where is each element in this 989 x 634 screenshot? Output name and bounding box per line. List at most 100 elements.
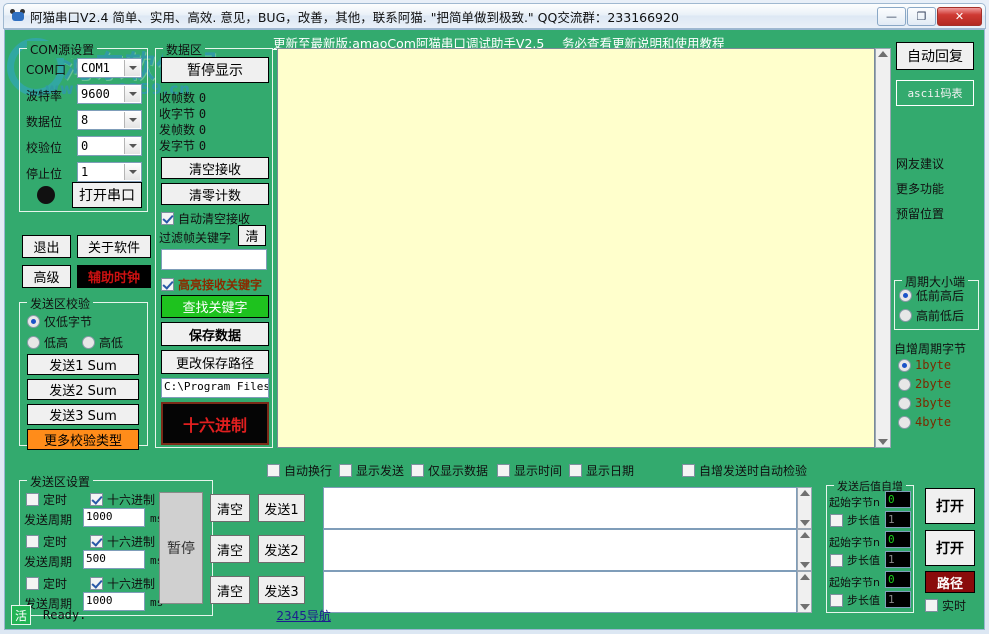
advanced-button[interactable]: 高级 xyxy=(22,265,71,288)
radio-icon[interactable] xyxy=(898,377,911,391)
clear-send1-button[interactable]: 清空 xyxy=(210,494,250,522)
radio-1byte[interactable]: 1byte xyxy=(898,358,951,372)
radio-icon[interactable] xyxy=(27,336,40,349)
radio-low-byte-only[interactable]: 仅低字节 xyxy=(27,313,92,330)
radio-high-low[interactable]: 高低 xyxy=(82,334,123,351)
change-save-path-button[interactable]: 更改保存路径 xyxy=(161,350,269,374)
about-button[interactable]: 关于软件 xyxy=(77,235,151,258)
send1-hex-checkbox[interactable]: 十六进制 xyxy=(90,491,155,508)
scroll-up-icon[interactable] xyxy=(878,51,888,57)
maximize-button[interactable]: ❐ xyxy=(907,6,936,26)
data-bits-combo[interactable]: 8 xyxy=(77,110,142,130)
clear-counters-button[interactable]: 清零计数 xyxy=(161,183,269,205)
checkbox-icon[interactable] xyxy=(26,493,39,506)
more-features-link[interactable]: 更多功能 xyxy=(896,180,944,197)
radio-icon[interactable] xyxy=(898,415,911,429)
radio-icon[interactable] xyxy=(899,289,912,302)
send2-scrollbar[interactable] xyxy=(797,529,812,571)
save-path-input[interactable]: C:\Program Files xyxy=(161,378,269,398)
option-show-send[interactable]: 显示发送 xyxy=(339,462,404,479)
send1-scrollbar[interactable] xyxy=(797,487,812,529)
inc1-start-input[interactable]: 0 xyxy=(885,491,911,508)
scroll-up-icon[interactable] xyxy=(799,574,810,580)
open-port-button[interactable]: 打开串口 xyxy=(72,182,142,208)
send1-textarea[interactable] xyxy=(323,487,797,529)
send2-period-input[interactable]: 500 xyxy=(83,550,145,569)
pause-display-button[interactable]: 暂停显示 xyxy=(161,57,269,83)
send3-sum-button[interactable]: 发送3 Sum xyxy=(27,404,139,425)
send2-textarea[interactable] xyxy=(323,529,797,571)
clear-send2-button[interactable]: 清空 xyxy=(210,535,250,563)
reserved-position-link[interactable]: 预留位置 xyxy=(896,205,944,222)
send3-timer-checkbox[interactable]: 定时 xyxy=(26,575,67,592)
filter-keyword-input[interactable] xyxy=(161,249,267,270)
inc2-step-checkbox[interactable]: 步长值 xyxy=(830,552,880,568)
checkbox-icon[interactable] xyxy=(830,513,843,527)
inc1-step-checkbox[interactable]: 步长值 xyxy=(830,512,880,528)
checkbox-icon[interactable] xyxy=(569,464,582,477)
filter-clear-button[interactable]: 清 xyxy=(238,225,266,246)
radio-low-high[interactable]: 低高 xyxy=(27,334,68,351)
scroll-down-icon[interactable] xyxy=(799,520,810,526)
inc3-start-input[interactable]: 0 xyxy=(885,571,911,588)
inc2-start-input[interactable]: 0 xyxy=(885,531,911,548)
checkbox-icon[interactable] xyxy=(267,464,280,477)
radio-4byte[interactable]: 4byte xyxy=(898,415,951,429)
option-auto-verify[interactable]: 自增发送时自动检验 xyxy=(682,462,807,479)
option-show-date[interactable]: 显示日期 xyxy=(569,462,634,479)
send2-button[interactable]: 发送2 xyxy=(258,535,305,563)
checkbox-icon[interactable] xyxy=(411,464,424,477)
checkbox-icon[interactable] xyxy=(90,577,103,590)
highlight-keyword-checkbox[interactable]: 高亮接收关键字 xyxy=(161,276,262,293)
more-checksum-types-button[interactable]: 更多校验类型 xyxy=(27,429,139,450)
send2-hex-checkbox[interactable]: 十六进制 xyxy=(90,533,155,550)
send2-timer-checkbox[interactable]: 定时 xyxy=(26,533,67,550)
checkbox-icon[interactable] xyxy=(26,577,39,590)
chevron-down-icon[interactable] xyxy=(124,112,140,128)
open-file1-button[interactable]: 打开 xyxy=(925,488,975,524)
com-port-combo[interactable]: COM1 xyxy=(77,58,142,78)
receive-scrollbar[interactable] xyxy=(875,48,891,448)
auto-reply-button[interactable]: 自动回复 xyxy=(896,42,974,70)
chevron-down-icon[interactable] xyxy=(124,86,140,102)
inc2-step-input[interactable]: 1 xyxy=(885,551,911,568)
radio-icon[interactable] xyxy=(898,358,911,372)
receive-textarea[interactable] xyxy=(277,48,875,448)
scroll-down-icon[interactable] xyxy=(878,439,888,445)
baud-rate-combo[interactable]: 9600 xyxy=(77,84,142,104)
checkbox-icon[interactable] xyxy=(90,493,103,506)
ascii-table-button[interactable]: ascii码表 xyxy=(896,80,974,106)
find-keyword-button[interactable]: 查找关键字 xyxy=(161,295,269,318)
parity-combo[interactable]: 0 xyxy=(77,136,142,156)
radio-high-first[interactable]: 高前低后 xyxy=(899,307,964,324)
radio-2byte[interactable]: 2byte xyxy=(898,377,951,391)
clear-receive-button[interactable]: 清空接收 xyxy=(161,157,269,179)
chevron-down-icon[interactable] xyxy=(124,138,140,154)
send3-button[interactable]: 发送3 xyxy=(258,576,305,604)
save-data-button[interactable]: 保存数据 xyxy=(161,322,269,346)
open-file2-button[interactable]: 打开 xyxy=(925,530,975,566)
checkbox-icon[interactable] xyxy=(26,535,39,548)
send1-timer-checkbox[interactable]: 定时 xyxy=(26,491,67,508)
checkbox-icon[interactable] xyxy=(161,278,174,291)
radio-icon[interactable] xyxy=(899,309,912,322)
path-button[interactable]: 路径 xyxy=(925,571,975,593)
send1-button[interactable]: 发送1 xyxy=(258,494,305,522)
inc1-step-input[interactable]: 1 xyxy=(885,511,911,528)
option-auto-wrap[interactable]: 自动换行 xyxy=(267,462,332,479)
radio-icon[interactable] xyxy=(82,336,95,349)
scroll-up-icon[interactable] xyxy=(799,532,810,538)
radio-icon[interactable] xyxy=(898,396,911,410)
checkbox-icon[interactable] xyxy=(497,464,510,477)
send1-period-input[interactable]: 1000 xyxy=(83,508,145,527)
checkbox-icon[interactable] xyxy=(339,464,352,477)
chevron-down-icon[interactable] xyxy=(124,164,140,180)
auto-clear-receive-checkbox[interactable]: 自动清空接收 xyxy=(161,210,250,227)
aux-clock-button[interactable]: 辅助时钟 xyxy=(77,265,151,288)
send1-sum-button[interactable]: 发送1 Sum xyxy=(27,354,139,375)
send2-sum-button[interactable]: 发送2 Sum xyxy=(27,379,139,400)
checkbox-icon[interactable] xyxy=(830,553,843,567)
minimize-button[interactable]: — xyxy=(877,6,906,26)
checkbox-icon[interactable] xyxy=(161,212,174,225)
scroll-up-icon[interactable] xyxy=(799,490,810,496)
